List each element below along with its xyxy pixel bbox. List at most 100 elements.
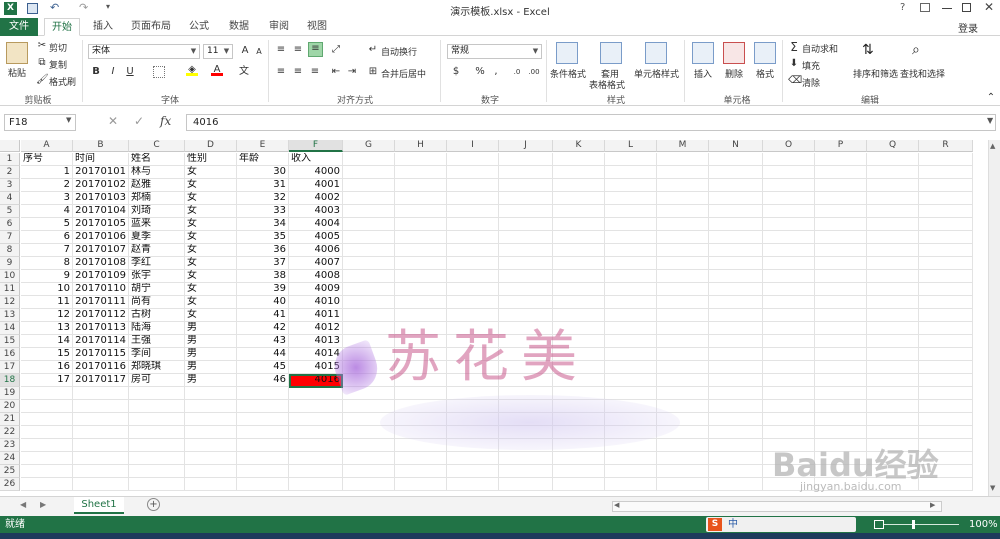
cell[interactable]: 男	[185, 361, 237, 374]
fill-color-icon[interactable]: ◈	[186, 64, 198, 76]
cell[interactable]	[709, 374, 763, 387]
cell[interactable]	[447, 218, 499, 231]
cell[interactable]	[395, 478, 447, 491]
column-header-h[interactable]: H	[395, 140, 447, 152]
cell[interactable]	[709, 283, 763, 296]
column-header-p[interactable]: P	[815, 140, 867, 152]
cell[interactable]: 时间	[73, 153, 129, 166]
cell[interactable]	[709, 244, 763, 257]
cell[interactable]	[919, 166, 973, 179]
format-painter-button[interactable]: 格式刷	[49, 75, 76, 88]
insert-cells-icon[interactable]	[692, 42, 714, 64]
tab-insert[interactable]: 插入	[86, 18, 120, 36]
align-middle-icon[interactable]: ≡	[292, 44, 304, 56]
cell[interactable]: 36	[237, 244, 289, 257]
column-header-l[interactable]: L	[605, 140, 657, 152]
vertical-scrollbar[interactable]	[988, 140, 1000, 496]
cell[interactable]	[763, 179, 815, 192]
cell[interactable]	[763, 426, 815, 439]
cell[interactable]	[289, 413, 343, 426]
cell[interactable]	[657, 478, 709, 491]
cell[interactable]	[815, 309, 867, 322]
cell[interactable]: 11	[21, 296, 73, 309]
cell[interactable]: 14	[21, 335, 73, 348]
cell[interactable]	[709, 322, 763, 335]
paste-icon[interactable]	[6, 42, 28, 64]
cell[interactable]	[237, 439, 289, 452]
row-header-22[interactable]: 22	[0, 426, 20, 439]
cell[interactable]	[395, 153, 447, 166]
italic-button[interactable]: I	[107, 66, 119, 78]
cell[interactable]	[605, 465, 657, 478]
cell[interactable]: 性别	[185, 153, 237, 166]
cell[interactable]	[815, 179, 867, 192]
cell[interactable]	[185, 400, 237, 413]
decrease-decimal-icon[interactable]: .00	[528, 66, 540, 78]
cell[interactable]	[499, 452, 553, 465]
cell-styles-icon[interactable]	[645, 42, 667, 64]
ime-language[interactable]: 中	[728, 516, 738, 533]
cell[interactable]	[709, 231, 763, 244]
cell[interactable]	[237, 387, 289, 400]
column-header-n[interactable]: N	[709, 140, 763, 152]
cell[interactable]	[447, 192, 499, 205]
cell[interactable]	[553, 231, 605, 244]
cell[interactable]	[343, 218, 395, 231]
cell[interactable]	[867, 231, 919, 244]
cell[interactable]	[129, 439, 185, 452]
cell[interactable]	[815, 296, 867, 309]
cell[interactable]: 4007	[289, 257, 343, 270]
cell[interactable]	[867, 309, 919, 322]
align-right-icon[interactable]: ≡	[309, 66, 321, 78]
cell[interactable]: 夏季	[129, 231, 185, 244]
cell[interactable]: 女	[185, 296, 237, 309]
cell[interactable]	[815, 322, 867, 335]
row-header-16[interactable]: 16	[0, 348, 20, 361]
cell[interactable]	[709, 452, 763, 465]
cancel-entry-icon[interactable]: ✕	[108, 114, 118, 128]
cell[interactable]	[499, 166, 553, 179]
cell[interactable]	[815, 257, 867, 270]
row-header-9[interactable]: 9	[0, 257, 20, 270]
selected-cell-f18[interactable]	[289, 374, 343, 388]
cell[interactable]	[919, 153, 973, 166]
cell[interactable]	[129, 478, 185, 491]
cell[interactable]	[709, 335, 763, 348]
cell[interactable]	[867, 374, 919, 387]
cell[interactable]: 房可	[129, 374, 185, 387]
cell[interactable]	[237, 413, 289, 426]
horizontal-scrollbar[interactable]	[612, 501, 942, 512]
formula-input[interactable]: 4016	[186, 114, 996, 131]
cell[interactable]: 15	[21, 348, 73, 361]
cell[interactable]	[709, 218, 763, 231]
fill-icon[interactable]: ⬇	[788, 58, 800, 70]
cell[interactable]	[709, 478, 763, 491]
delete-cells-button[interactable]: 删除	[725, 67, 743, 80]
cell[interactable]: 刘琦	[129, 205, 185, 218]
cell[interactable]	[289, 400, 343, 413]
cell[interactable]: 4006	[289, 244, 343, 257]
cell[interactable]: 女	[185, 205, 237, 218]
cell[interactable]	[867, 192, 919, 205]
zoom-slider[interactable]	[884, 524, 959, 525]
cell[interactable]	[605, 335, 657, 348]
cell[interactable]	[237, 452, 289, 465]
row-header-3[interactable]: 3	[0, 179, 20, 192]
cell[interactable]	[21, 413, 73, 426]
autosum-icon[interactable]: Σ	[788, 41, 800, 53]
cell[interactable]	[657, 374, 709, 387]
cell[interactable]	[343, 205, 395, 218]
row-header-1[interactable]: 1	[0, 153, 20, 166]
insert-cells-button[interactable]: 插入	[694, 67, 712, 80]
cell[interactable]	[657, 244, 709, 257]
row-header-6[interactable]: 6	[0, 218, 20, 231]
cell[interactable]	[763, 283, 815, 296]
cell[interactable]	[867, 296, 919, 309]
cell[interactable]	[185, 426, 237, 439]
cell[interactable]	[763, 361, 815, 374]
row-header-8[interactable]: 8	[0, 244, 20, 257]
border-icon[interactable]	[153, 66, 165, 78]
cell[interactable]	[919, 296, 973, 309]
cell[interactable]: 13	[21, 322, 73, 335]
cell[interactable]: 20170102	[73, 179, 129, 192]
